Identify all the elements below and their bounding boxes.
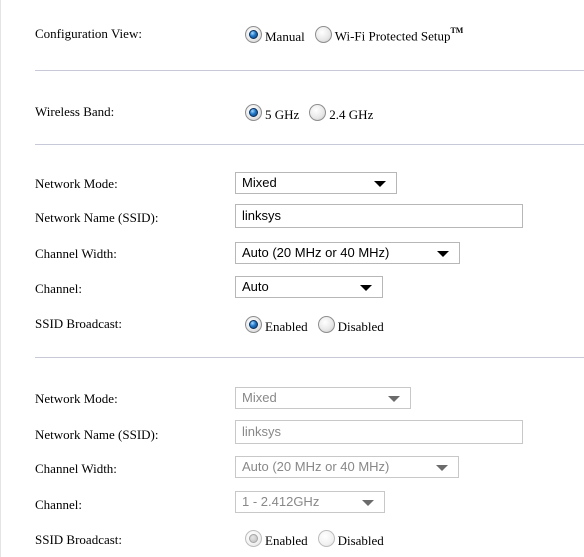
channel-width-select[interactable]: Auto (20 MHz or 40 MHz) — [235, 242, 460, 264]
channel-width-value: Auto (20 MHz or 40 MHz) — [242, 459, 390, 474]
manual-radio[interactable] — [245, 26, 262, 43]
dropdown-arrow-icon — [437, 251, 449, 257]
channel-label: Channel: — [35, 281, 82, 296]
channel-width-label: Channel Width: — [35, 461, 117, 476]
broadcast-disabled-radio[interactable] — [317, 316, 335, 333]
ssid-broadcast-label: SSID Broadcast: — [35, 316, 123, 331]
broadcast-disabled-label[interactable]: Disabled — [338, 533, 384, 549]
dropdown-arrow-icon — [360, 285, 372, 291]
channel-width-value: Auto (20 MHz or 40 MHz) — [242, 245, 390, 260]
band-5ghz-label[interactable]: 5 GHz — [265, 107, 299, 123]
wireless-band-label: Wireless Band: — [35, 104, 115, 119]
network-mode-select[interactable]: Mixed — [235, 387, 411, 409]
band-24ghz-radio[interactable] — [309, 104, 327, 121]
network-mode-value: Mixed — [242, 390, 277, 405]
dropdown-arrow-icon — [388, 396, 400, 402]
broadcast-enabled-label[interactable]: Enabled — [265, 319, 308, 335]
ssid-broadcast-radio-group: Enabled Disabled — [245, 316, 394, 335]
dropdown-arrow-icon — [436, 465, 448, 471]
broadcast-disabled-radio[interactable] — [317, 530, 335, 547]
wps-radio[interactable] — [314, 26, 332, 43]
broadcast-enabled-radio[interactable] — [245, 316, 262, 333]
broadcast-disabled-label[interactable]: Disabled — [338, 319, 384, 335]
broadcast-enabled-radio[interactable] — [245, 530, 262, 547]
ssid-broadcast-radio-group: Enabled Disabled — [245, 530, 394, 549]
configuration-view-label: Configuration View: — [35, 26, 142, 41]
manual-radio-label[interactable]: Manual — [265, 29, 305, 45]
divider — [35, 70, 584, 71]
channel-value: Auto — [242, 279, 269, 294]
network-mode-label: Network Mode: — [35, 176, 118, 191]
trademark-mark: TM — [450, 26, 464, 36]
channel-label: Channel: — [35, 497, 82, 512]
channel-width-select[interactable]: Auto (20 MHz or 40 MHz) — [235, 456, 459, 478]
dropdown-arrow-icon — [362, 500, 374, 506]
configuration-view-radio-group: Manual Wi-Fi Protected SetupTM — [245, 26, 473, 45]
ssid-input[interactable]: linksys — [235, 420, 523, 444]
network-mode-select[interactable]: Mixed — [235, 172, 397, 194]
wireless-settings-panel: Configuration View: Manual Wi-Fi Protect… — [0, 0, 584, 557]
ssid-input[interactable]: linksys — [235, 204, 523, 228]
wireless-band-radio-group: 5 GHz 2.4 GHz — [245, 104, 383, 123]
band-24ghz-label[interactable]: 2.4 GHz — [329, 107, 373, 123]
ssid-label: Network Name (SSID): — [35, 210, 159, 225]
ssid-broadcast-label: SSID Broadcast: — [35, 532, 123, 547]
channel-select[interactable]: Auto — [235, 276, 383, 298]
divider — [35, 357, 584, 358]
wps-label-text: Wi-Fi Protected Setup — [334, 28, 451, 44]
channel-value: 1 - 2.412GHz — [242, 494, 320, 509]
ssid-label: Network Name (SSID): — [35, 427, 159, 442]
divider — [35, 144, 584, 145]
wps-radio-label[interactable]: Wi-Fi Protected SetupTM — [334, 26, 464, 44]
network-mode-label: Network Mode: — [35, 391, 118, 406]
channel-width-label: Channel Width: — [35, 246, 117, 261]
band-5ghz-radio[interactable] — [245, 104, 262, 121]
broadcast-enabled-label[interactable]: Enabled — [265, 533, 308, 549]
network-mode-value: Mixed — [242, 175, 277, 190]
dropdown-arrow-icon — [374, 181, 386, 187]
channel-select[interactable]: 1 - 2.412GHz — [235, 491, 385, 513]
